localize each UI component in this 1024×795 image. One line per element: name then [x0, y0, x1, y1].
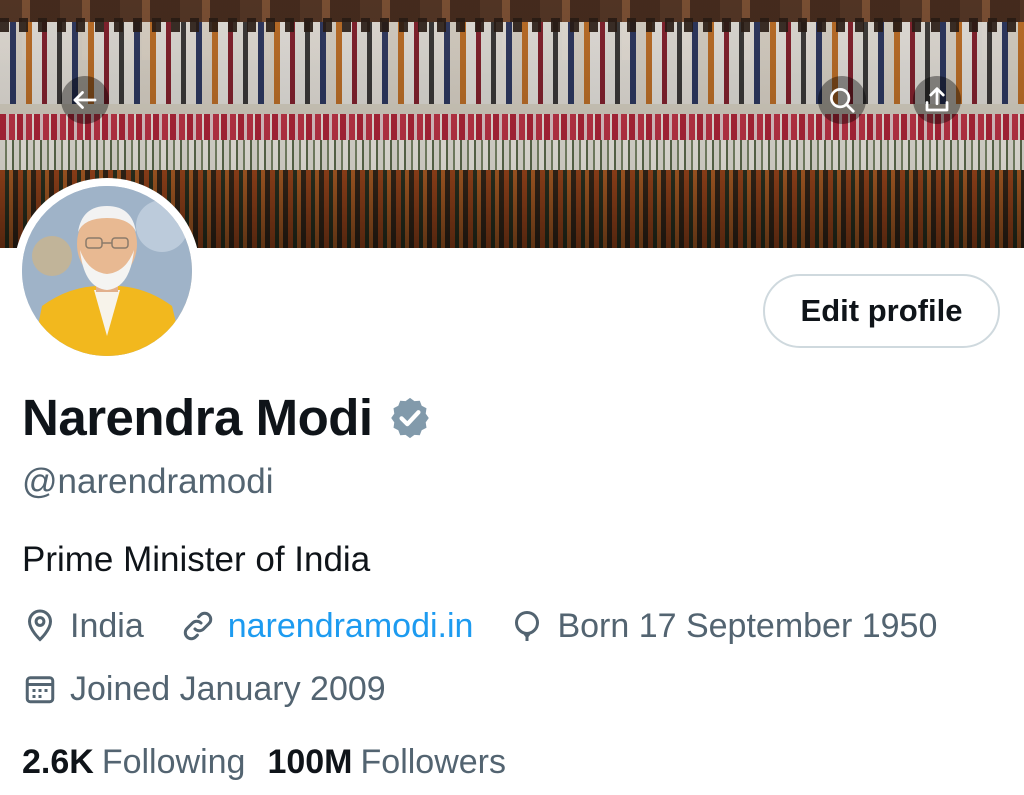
- following-stat[interactable]: 2.6K Following: [22, 740, 245, 784]
- avatar-photo: [22, 186, 192, 356]
- joined-date: Joined January 2009: [22, 667, 386, 711]
- verified-badge-icon[interactable]: [387, 395, 433, 441]
- share-button[interactable]: [913, 76, 961, 124]
- followers-label: Followers: [360, 743, 506, 781]
- profile-meta-row: India narendramodi.in Born 17 September …: [22, 604, 973, 648]
- bio: Prime Minister of India: [22, 540, 371, 579]
- search-icon: [830, 88, 855, 113]
- name-row: Narendra Modi: [22, 388, 433, 448]
- arrow-left-icon: [73, 91, 97, 109]
- avatar-portrait: [22, 186, 192, 356]
- back-button[interactable]: [61, 76, 109, 124]
- link-icon: [183, 611, 212, 641]
- calendar-icon: [25, 676, 55, 704]
- following-label: Following: [101, 743, 246, 781]
- display-name: Narendra Modi: [22, 389, 373, 446]
- profile-meta-row-joined: Joined January 2009: [22, 667, 422, 711]
- location-pin-icon: [27, 609, 53, 642]
- followers-stat[interactable]: 100M Followers: [267, 740, 506, 784]
- location: India: [22, 604, 144, 648]
- edit-profile-button[interactable]: Edit profile: [763, 274, 1000, 348]
- share-icon: [925, 87, 949, 112]
- birthday-text: Born 17 September 1950: [557, 607, 938, 645]
- birthday: Born 17 September 1950: [509, 604, 937, 648]
- website-link[interactable]: narendramodi.in: [228, 604, 474, 648]
- edit-profile-label: Edit profile: [800, 293, 963, 328]
- website[interactable]: narendramodi.in: [180, 604, 474, 648]
- location-text: India: [70, 607, 144, 645]
- balloon-icon: [515, 611, 540, 641]
- avatar[interactable]: [14, 178, 200, 364]
- handle: @narendramodi: [22, 462, 274, 501]
- following-count: 2.6K: [22, 743, 94, 781]
- search-button[interactable]: [818, 76, 866, 124]
- follow-stats: 2.6K Following 100M Followers: [22, 740, 528, 784]
- joined-text: Joined January 2009: [70, 670, 386, 708]
- followers-count: 100M: [267, 743, 353, 781]
